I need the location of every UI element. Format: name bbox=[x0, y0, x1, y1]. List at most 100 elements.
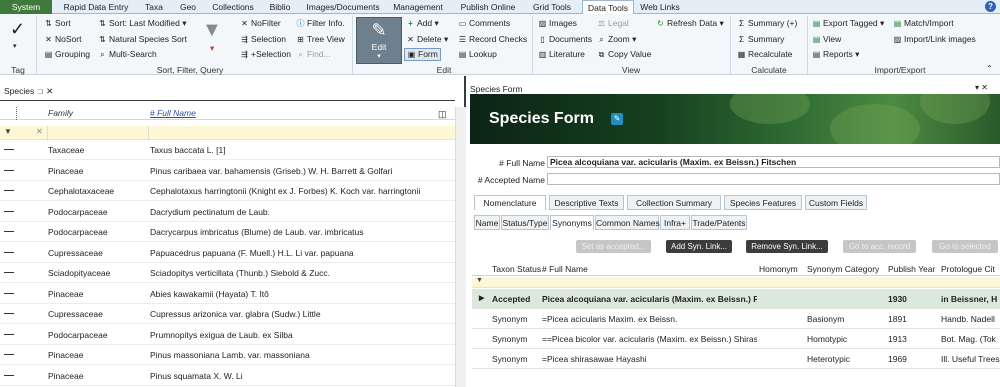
synonym-row[interactable]: Synonym =Picea acicularis Maxim. ex Beiss… bbox=[472, 309, 1000, 329]
table-row[interactable]: Podocarpaceae Dacrycarpus imbricatus (Blu… bbox=[0, 222, 455, 242]
column-chooser-icon[interactable]: ◫ bbox=[438, 109, 447, 120]
table-row[interactable]: Podocarpaceae Prumnopitys exigua de Laub.… bbox=[0, 325, 455, 345]
filter-dropdown-icon[interactable]: ▾ bbox=[210, 43, 214, 54]
synonym-row[interactable]: Synonym ==Picea bicolor var. acicularis (… bbox=[472, 329, 1000, 349]
accepted-name-field[interactable] bbox=[547, 173, 1000, 185]
copy-value-button[interactable]: ⧉ Copy Value bbox=[597, 49, 652, 60]
import-link-images-button[interactable]: ▨ Import/Link images bbox=[893, 34, 976, 45]
window-controls[interactable]: ▾ ✕ bbox=[975, 83, 988, 92]
sort-button[interactable]: ⇅ Sort bbox=[44, 18, 70, 29]
find-button[interactable]: ⌕ Find... bbox=[296, 49, 330, 60]
go-to-acc-record-button[interactable]: Go to acc. record bbox=[843, 240, 916, 253]
menu-collections[interactable]: Collections bbox=[208, 0, 258, 14]
filter-row[interactable]: ▼ ✕ bbox=[0, 126, 455, 140]
checkmark-icon[interactable]: ✓ bbox=[10, 20, 25, 38]
reports-button[interactable]: ▤ Reports ▾ bbox=[812, 49, 860, 60]
images-button[interactable]: ▨ Images bbox=[538, 18, 577, 29]
menu-grid-tools[interactable]: Grid Tools bbox=[527, 0, 577, 14]
export-tagged-button[interactable]: ▤ Export Tagged ▾ bbox=[812, 18, 885, 29]
pin-icon[interactable]: ⊐ bbox=[37, 86, 44, 96]
tree-view-button[interactable]: ⊞ Tree View bbox=[296, 34, 345, 45]
delete-button[interactable]: ✕ Delete ▾ bbox=[406, 34, 448, 45]
edit-icon[interactable]: ✎ bbox=[611, 113, 623, 125]
table-row[interactable]: Taxaceae Taxus baccata L. [1] bbox=[0, 140, 455, 160]
column-synonym-category[interactable]: Synonym Category bbox=[807, 262, 879, 276]
summary-button[interactable]: Σ Summary bbox=[737, 34, 784, 45]
menu-images-documents[interactable]: Images/Documents bbox=[303, 0, 383, 14]
recalculate-button[interactable]: ▦ Recalculate bbox=[737, 49, 793, 60]
record-checks-button[interactable]: ☰ Record Checks bbox=[458, 34, 527, 45]
tag-dropdown-icon[interactable]: ▾ bbox=[13, 41, 17, 52]
sort-last-modified-button[interactable]: ⇅ Sort: Last Modified ▾ bbox=[98, 18, 186, 29]
comments-button[interactable]: ▭ Comments bbox=[458, 18, 510, 29]
match-import-button[interactable]: ▤ Match/Import bbox=[893, 18, 954, 29]
column-publish-year[interactable]: Publish Year bbox=[888, 262, 935, 276]
add-syn-link-button[interactable]: Add Syn. Link... bbox=[666, 240, 732, 253]
tab-species-features[interactable]: Species Features bbox=[724, 195, 802, 210]
column-family-header[interactable]: Family bbox=[48, 107, 73, 120]
menu-geo[interactable]: Geo bbox=[173, 0, 203, 14]
column-protologue-cit[interactable]: Protologue Cit bbox=[941, 262, 1000, 276]
vertical-scrollbar[interactable] bbox=[455, 107, 466, 387]
help-icon[interactable]: ? bbox=[985, 1, 996, 12]
menu-web-links[interactable]: Web Links bbox=[638, 0, 682, 14]
go-to-selected-button[interactable]: Go to selected bbox=[932, 240, 998, 253]
table-row[interactable]: Cephalotaxaceae Cephalotaxus harringtonii… bbox=[0, 181, 455, 201]
view-button[interactable]: ▤ View bbox=[812, 34, 842, 45]
lookup-button[interactable]: ▤ Lookup bbox=[458, 49, 497, 60]
column-homonym[interactable]: Homonym bbox=[759, 262, 798, 276]
zoom-button[interactable]: ⌕ Zoom ▾ bbox=[597, 34, 636, 45]
set-as-accepted-button[interactable]: Set as accepted... bbox=[576, 240, 651, 253]
tab-species[interactable]: Species ⊐ ✕ bbox=[4, 86, 53, 99]
synonym-row[interactable]: Synonym =Picea shirasawae Hayashi Heteroty… bbox=[472, 349, 1000, 369]
legal-button[interactable]: ⚖ Legal bbox=[597, 18, 629, 29]
synonym-row[interactable]: ▶ Accepted Picea alcoquiana var. aciculari… bbox=[472, 289, 1000, 309]
menu-system[interactable]: System bbox=[0, 0, 52, 14]
edit-button[interactable]: ✎ Edit ▾ bbox=[356, 17, 402, 64]
table-row[interactable]: Podocarpaceae Dacrydium pectinatum de Lau… bbox=[0, 202, 455, 222]
selection-button[interactable]: ⇶ Selection bbox=[240, 34, 286, 45]
synonym-filter-row[interactable]: ▼ bbox=[472, 277, 1000, 288]
grouping-button[interactable]: ▤ Grouping bbox=[44, 49, 90, 60]
literature-button[interactable]: ▥ Literature bbox=[538, 49, 585, 60]
menu-management[interactable]: Management bbox=[389, 0, 447, 14]
column-full-name-header[interactable]: # Full Name bbox=[150, 107, 196, 120]
full-name-field[interactable]: Picea alcoquiana var. acicularis (Maxim.… bbox=[547, 156, 1000, 168]
table-row[interactable]: Pinaceae Pinus caribaea var. bahamensis (… bbox=[0, 161, 455, 181]
subtab-common-names[interactable]: Common Names bbox=[595, 215, 660, 230]
close-icon[interactable]: ✕ bbox=[46, 86, 53, 96]
subtab-status-type[interactable]: Status/Type bbox=[501, 215, 549, 230]
clear-filter-icon[interactable]: ✕ bbox=[36, 127, 43, 136]
table-row[interactable]: Cupressaceae Cupressus arizonica var. gla… bbox=[0, 304, 455, 324]
table-row[interactable]: Sciadopityaceae Sciadopitys verticillata … bbox=[0, 263, 455, 283]
subtab-trade-patents[interactable]: Trade/Patents bbox=[691, 215, 747, 230]
column-full-name[interactable]: # Full Name bbox=[542, 262, 588, 276]
tab-descriptive-texts[interactable]: Descriptive Texts bbox=[549, 195, 624, 210]
menu-taxa[interactable]: Taxa bbox=[138, 0, 170, 14]
filter-info-button[interactable]: ⓘ Filter Info. bbox=[296, 18, 345, 29]
subtab-synonyms[interactable]: Synonyms bbox=[550, 215, 594, 230]
natural-species-sort-button[interactable]: ⇅ Natural Species Sort bbox=[98, 34, 187, 45]
menu-data-tools[interactable]: Data Tools bbox=[582, 0, 634, 15]
plus-selection-button[interactable]: ⇶ +Selection bbox=[240, 49, 291, 60]
tab-nomenclature[interactable]: Nomenclature bbox=[474, 195, 546, 210]
refresh-data-button[interactable]: ↻ Refresh Data ▾ bbox=[656, 18, 724, 29]
summary-plus-button[interactable]: Σ Summary (+) bbox=[737, 18, 797, 29]
subtab-infra[interactable]: Infra+ bbox=[660, 215, 690, 230]
tab-collection-summary[interactable]: Collection Summary bbox=[627, 195, 721, 210]
menu-rapid-data-entry[interactable]: Rapid Data Entry bbox=[62, 0, 130, 14]
table-row[interactable]: Pinaceae Abies kawakamii (Hayata) T. Itô bbox=[0, 284, 455, 304]
nosort-button[interactable]: ✕ NoSort bbox=[44, 34, 81, 45]
menu-biblio[interactable]: Biblio bbox=[262, 0, 298, 14]
column-taxon-status[interactable]: Taxon Status bbox=[492, 262, 541, 276]
subtab-name[interactable]: Name bbox=[474, 215, 500, 230]
table-row[interactable]: Pinaceae Pinus massoniana Lamb. var. mass… bbox=[0, 345, 455, 365]
tab-custom-fields[interactable]: Custom Fields bbox=[805, 195, 867, 210]
table-row[interactable]: Cupressaceae Papuacedrus papuana (F. Muel… bbox=[0, 243, 455, 263]
multi-search-button[interactable]: ⌕ Multi-Search bbox=[98, 49, 156, 60]
menu-publish-online[interactable]: Publish Online bbox=[455, 0, 521, 14]
nofilter-button[interactable]: ✕ NoFilter bbox=[240, 18, 281, 29]
funnel-icon[interactable]: ▼ bbox=[202, 20, 222, 40]
remove-syn-link-button[interactable]: Remove Syn. Link... bbox=[746, 240, 828, 253]
collapse-ribbon-icon[interactable]: ⌃ bbox=[986, 63, 993, 74]
